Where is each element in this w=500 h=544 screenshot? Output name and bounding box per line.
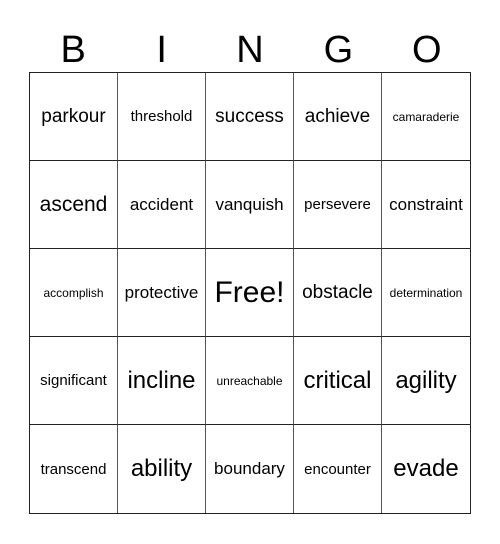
bingo-cell[interactable]: critical [294,337,382,425]
bingo-cell[interactable]: parkour [30,73,118,161]
bingo-cell[interactable]: boundary [206,425,294,513]
bingo-cell[interactable]: evade [382,425,470,513]
bingo-cell[interactable]: camaraderie [382,73,470,161]
bingo-cell[interactable]: accomplish [30,249,118,337]
bingo-cell[interactable]: accident [118,161,206,249]
header-letter-i: I [156,29,167,71]
bingo-cell[interactable]: significant [30,337,118,425]
bingo-cell[interactable]: achieve [294,73,382,161]
bingo-cell[interactable]: persevere [294,161,382,249]
bingo-cell[interactable]: obstacle [294,249,382,337]
header-letter-n: N [236,29,264,71]
bingo-cell[interactable]: ascend [30,161,118,249]
bingo-header: B I N G O [29,28,471,72]
bingo-cell[interactable]: unreachable [206,337,294,425]
bingo-cell[interactable]: success [206,73,294,161]
bingo-grid: parkour threshold success achieve camaraderi… [29,72,471,514]
bingo-cell[interactable]: transcend [30,425,118,513]
header-letter-g: G [323,29,354,71]
header-letter-o: O [412,29,442,71]
bingo-cell[interactable]: encounter [294,425,382,513]
bingo-cell[interactable]: incline [118,337,206,425]
bingo-cell[interactable]: threshold [118,73,206,161]
bingo-cell[interactable]: protective [118,249,206,337]
header-letter-b: B [60,29,86,71]
bingo-cell[interactable]: vanquish [206,161,294,249]
bingo-cell[interactable]: constraint [382,161,470,249]
bingo-cell[interactable]: agility [382,337,470,425]
bingo-cell[interactable]: determination [382,249,470,337]
bingo-cell[interactable]: ability [118,425,206,513]
free-space-cell[interactable]: Free! [206,249,294,337]
